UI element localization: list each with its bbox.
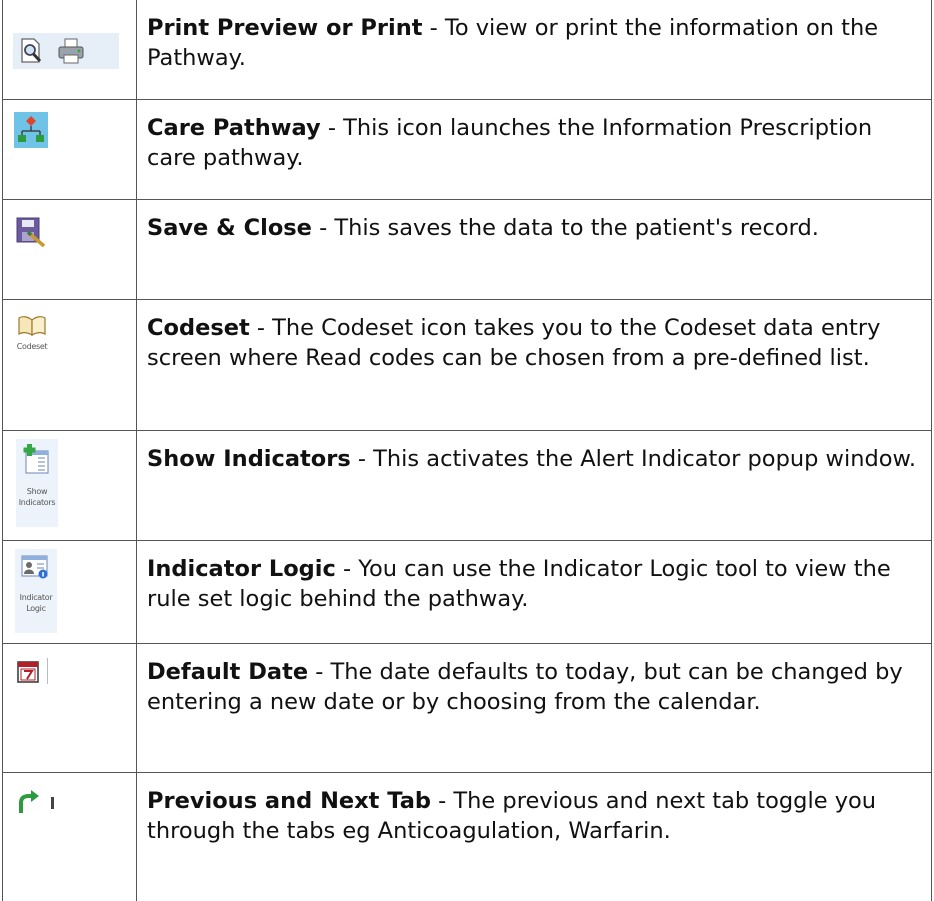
row-title: Save & Close: [147, 214, 312, 241]
table-row: Indicator Logic Indicator Logic - You ca…: [2, 539, 932, 644]
toolbar-separator: [47, 657, 48, 684]
row-title: Show Indicators: [147, 445, 351, 472]
printer-icon[interactable]: [57, 37, 85, 65]
row-description: Care Pathway - This icon launches the In…: [136, 98, 932, 200]
table-row: Print Preview or Print - To view or prin…: [2, 0, 932, 100]
codeset-icon-caption: Codeset: [16, 341, 48, 351]
show-indicators-caption-line1: Show: [26, 486, 48, 496]
icon-cell: Codeset: [2, 298, 137, 431]
table-row: Default Date - The date defaults to toda…: [2, 642, 932, 773]
row-description: Print Preview or Print - To view or prin…: [136, 0, 932, 100]
row-description: Show Indicators - This activates the Ale…: [136, 429, 932, 541]
icon-cell: Show Indicators: [2, 429, 137, 541]
print-preview-icon[interactable]: [19, 37, 45, 65]
row-text: - This activates the Alert Indicator pop…: [350, 445, 917, 472]
indicator-logic-caption-line1: Indicator: [19, 592, 53, 602]
row-description: Indicator Logic - You can use the Indica…: [136, 539, 932, 644]
codeset-icon[interactable]: [17, 314, 47, 338]
table-row: Show Indicators Show Indicators - This a…: [2, 429, 932, 541]
save-close-icon[interactable]: [14, 214, 48, 248]
row-title: Default Date: [147, 658, 309, 685]
show-indicators-caption-line2: Indicators: [18, 497, 56, 507]
row-title: Previous and Next Tab: [147, 787, 431, 814]
icon-cell: [2, 198, 137, 300]
row-text: - The Codeset icon takes you to the Code…: [147, 314, 881, 371]
table-row: Previous and Next Tab - The previous and…: [2, 771, 932, 901]
row-title: Care Pathway: [147, 114, 321, 141]
row-description: Save & Close - This saves the data to th…: [136, 198, 932, 300]
icon-cell: [2, 0, 137, 100]
indicator-logic-caption-line2: Logic: [26, 603, 46, 613]
row-title: Print Preview or Print: [147, 15, 423, 41]
row-title: Codeset: [147, 314, 250, 341]
row-text: - This saves the data to the patient's r…: [311, 214, 819, 241]
icon-cell: [2, 98, 137, 200]
care-pathway-icon[interactable]: [14, 111, 48, 148]
row-description: Previous and Next Tab - The previous and…: [136, 771, 932, 901]
icon-cell: [2, 642, 137, 773]
table-row: Codeset Codeset - The Codeset icon takes…: [2, 298, 932, 431]
toolbar-reference-table: Print Preview or Print - To view or prin…: [2, 0, 932, 901]
row-description: Codeset - The Codeset icon takes you to …: [136, 298, 932, 431]
indicator-logic-icon[interactable]: [20, 553, 50, 581]
show-indicators-icon[interactable]: [21, 443, 51, 475]
toolbar-separator: [51, 796, 54, 809]
next-tab-arrow-icon[interactable]: [15, 789, 43, 817]
table-row: Care Pathway - This icon launches the In…: [2, 98, 932, 200]
calendar-icon[interactable]: [17, 660, 41, 684]
icon-cell: Indicator Logic: [2, 539, 137, 644]
row-description: Default Date - The date defaults to toda…: [136, 642, 932, 773]
row-title: Indicator Logic: [147, 555, 336, 582]
table-row: Save & Close - This saves the data to th…: [2, 198, 932, 300]
icon-cell: [2, 771, 137, 901]
